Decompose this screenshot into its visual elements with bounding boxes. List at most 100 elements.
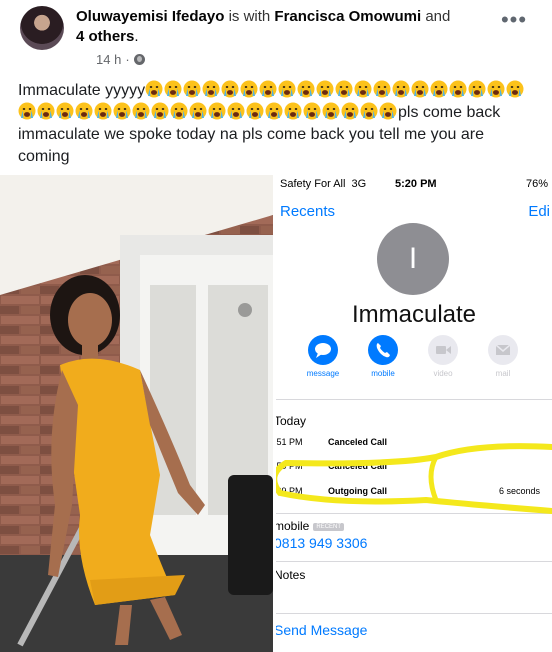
crying-face-icon: [145, 80, 164, 99]
status-bar: Safety For All 3G 5:20 PM 76%: [280, 178, 548, 194]
crying-face-icon: [18, 102, 37, 121]
action-mail[interactable]: mail: [480, 335, 526, 378]
action-mail-label: mail: [495, 369, 511, 378]
mail-icon: [488, 335, 518, 365]
mobile-label-row: mobile RECENT: [276, 519, 345, 533]
woman-photo[interactable]: [0, 175, 273, 652]
and-text: and: [425, 8, 451, 25]
crying-face-icon: [373, 80, 392, 99]
post-text: Immaculate yyyyypls come back immaculate…: [18, 80, 538, 168]
crying-face-icon: [164, 80, 183, 99]
woman-photo-illustration: [0, 175, 273, 652]
crying-face-icon: [227, 102, 246, 121]
crying-face-icon: [113, 102, 132, 121]
contact-avatar: I: [377, 223, 449, 295]
crying-face-icon: [354, 80, 373, 99]
call-row: :39 PM Outgoing Call 6 seconds: [276, 486, 552, 506]
crying-face-icon: [392, 80, 411, 99]
crying-face-icon: [411, 80, 430, 99]
author-avatar[interactable]: [20, 6, 64, 50]
call-kind: Canceled Call: [328, 437, 388, 447]
video-icon: [428, 335, 458, 365]
status-time: 5:20 PM: [395, 178, 437, 190]
crying-face-icon: [303, 102, 322, 121]
crying-face-icon: [170, 102, 189, 121]
call-duration: 6 seconds: [498, 486, 540, 496]
crying-face-icon: [208, 102, 227, 121]
crying-face-icon: [506, 80, 525, 99]
call-time: :51 PM: [276, 437, 303, 447]
crying-face-icon: [265, 102, 284, 121]
crying-face-icon: [132, 102, 151, 121]
crying-face-icon: [297, 80, 316, 99]
contact-actions: message mobile video mail: [300, 335, 540, 383]
battery: 76%: [525, 178, 548, 190]
phone-icon: [368, 335, 398, 365]
action-video[interactable]: video: [420, 335, 466, 378]
message-icon: [308, 335, 338, 365]
action-message-label: message: [306, 369, 340, 378]
crying-face-icon: [284, 102, 303, 121]
others-period: .: [134, 28, 139, 45]
action-message[interactable]: message: [300, 335, 346, 378]
edit-button[interactable]: Edi: [528, 203, 550, 220]
crying-face-icon: [37, 102, 56, 121]
crying-face-icon: [259, 80, 278, 99]
crying-face-icon: [449, 80, 468, 99]
post-time[interactable]: 14 h: [96, 52, 121, 67]
notes-label[interactable]: Notes: [276, 568, 305, 582]
call-kind: Outgoing Call: [328, 486, 387, 496]
post-header: Oluwayemisi Ifedayo is with Francisca Om…: [0, 0, 552, 70]
contact-nav: Recents Edi: [280, 203, 552, 223]
post-meta: 14 h ·: [96, 52, 145, 67]
author-name[interactable]: Oluwayemisi Ifedayo: [76, 8, 224, 25]
divider: [276, 613, 552, 614]
emoji-row-1: [145, 80, 506, 99]
back-recents[interactable]: Recents: [280, 203, 335, 220]
send-message-link[interactable]: Send Message: [276, 622, 367, 638]
call-row: :50 PM Canceled Call: [276, 461, 552, 481]
crying-face-icon: [316, 80, 335, 99]
mobile-label: mobile: [276, 519, 310, 533]
crying-face-icon: [379, 102, 398, 121]
crying-face-icon: [189, 102, 208, 121]
crying-face-icon: [360, 102, 379, 121]
divider: [276, 399, 552, 400]
crying-face-icon: [202, 80, 221, 99]
call-time: :50 PM: [276, 461, 303, 471]
crying-face-icon: [322, 102, 341, 121]
call-row: :51 PM Canceled Call: [276, 437, 552, 457]
today-label: Today: [276, 414, 307, 428]
more-options-button[interactable]: •••: [496, 9, 532, 38]
crying-face-icon: [240, 80, 259, 99]
globe-icon: [133, 54, 145, 65]
crying-face-icon: [335, 80, 354, 99]
recent-badge: RECENT: [313, 522, 345, 531]
crying-face-icon: [468, 80, 487, 99]
contact-name: Immaculate: [351, 301, 477, 328]
call-kind: Canceled Call: [328, 461, 388, 471]
action-mobile[interactable]: mobile: [360, 335, 406, 378]
author-line: Oluwayemisi Ifedayo is with Francisca Om…: [76, 7, 496, 47]
with-text: is with: [228, 8, 271, 25]
crying-face-icon: [430, 80, 449, 99]
crying-face-icon: [221, 80, 240, 99]
post-photos[interactable]: Safety For All 3G 5:20 PM 76% Recents Ed…: [0, 175, 552, 652]
phone-number[interactable]: 0813 949 3306: [276, 535, 367, 551]
crying-face-icon: [246, 102, 265, 121]
network: 3G: [351, 178, 367, 190]
crying-face-icon: [487, 80, 506, 99]
post-text-start: Immaculate yyyyy: [18, 82, 146, 99]
phone-screenshot[interactable]: Safety For All 3G 5:20 PM 76% Recents Ed…: [276, 175, 552, 652]
crying-face-icon: [278, 80, 297, 99]
tagged-name[interactable]: Francisca Omowumi: [274, 8, 421, 25]
crying-face-icon: [341, 102, 360, 121]
action-mobile-label: mobile: [371, 369, 395, 378]
action-video-label: video: [433, 369, 453, 378]
others-link[interactable]: 4 others: [76, 28, 134, 45]
crying-face-icon: [75, 102, 94, 121]
crying-face-icon: [183, 80, 202, 99]
carrier: Safety For All: [280, 178, 346, 190]
crying-face-icon: [151, 102, 170, 121]
crying-face-icon: [56, 102, 75, 121]
